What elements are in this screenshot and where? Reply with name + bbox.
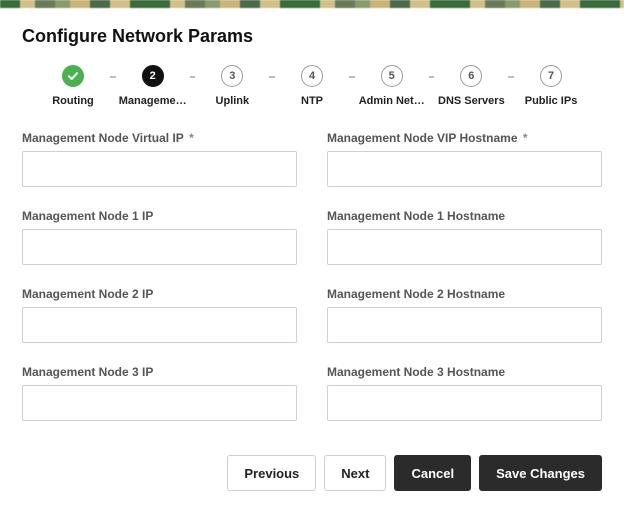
step-number: 4	[301, 65, 323, 87]
required-marker: *	[186, 131, 194, 145]
cancel-button[interactable]: Cancel	[394, 455, 471, 491]
field-label: Management Node 2 Hostname	[327, 287, 602, 301]
step-label: Routing	[52, 95, 94, 107]
field-label: Management Node 1 IP	[22, 209, 297, 223]
field-label: Management Node 3 Hostname	[327, 365, 602, 379]
field-n2_host: Management Node 2 Hostname	[327, 287, 602, 343]
field-label: Management Node 3 IP	[22, 365, 297, 379]
n3_host-input[interactable]	[327, 385, 602, 421]
field-vip_host: Management Node VIP Hostname *	[327, 131, 602, 187]
step-label: Manageme…	[119, 95, 187, 107]
step-2[interactable]: 2 Manageme…	[116, 65, 190, 107]
wizard-stepper: Routing 2 Manageme… 3 Uplink 4 NTP 5 Admin Net… 6…	[36, 65, 588, 107]
step-number: 7	[540, 65, 562, 87]
step-number: 3	[221, 65, 243, 87]
step-label: NTP	[301, 95, 323, 107]
step-number: 6	[460, 65, 482, 87]
decorative-top-strip	[0, 0, 624, 8]
step-label: DNS Servers	[438, 95, 505, 107]
form-grid: Management Node Virtual IP * Management N…	[22, 131, 602, 421]
step-label: Public IPs	[525, 95, 578, 107]
n3_ip-input[interactable]	[22, 385, 297, 421]
step-6[interactable]: 6 DNS Servers	[434, 65, 508, 107]
page-title: Configure Network Params	[22, 26, 602, 47]
page-container: Configure Network Params Routing 2 Managem…	[0, 8, 624, 421]
n1_ip-input[interactable]	[22, 229, 297, 265]
step-1[interactable]: Routing	[36, 65, 110, 107]
field-n3_ip: Management Node 3 IP	[22, 365, 297, 421]
step-5[interactable]: 5 Admin Net…	[355, 65, 429, 107]
step-7[interactable]: 7 Public IPs	[514, 65, 588, 107]
step-label: Uplink	[216, 95, 250, 107]
previous-button[interactable]: Previous	[227, 455, 316, 491]
footer-actions: Previous Next Cancel Save Changes	[0, 449, 624, 505]
field-n3_host: Management Node 3 Hostname	[327, 365, 602, 421]
check-icon	[62, 65, 84, 87]
vip_ip-input[interactable]	[22, 151, 297, 187]
field-n1_host: Management Node 1 Hostname	[327, 209, 602, 265]
field-label: Management Node 2 IP	[22, 287, 297, 301]
vip_host-input[interactable]	[327, 151, 602, 187]
field-n1_ip: Management Node 1 IP	[22, 209, 297, 265]
next-button[interactable]: Next	[324, 455, 386, 491]
n1_host-input[interactable]	[327, 229, 602, 265]
n2_ip-input[interactable]	[22, 307, 297, 343]
required-marker: *	[520, 131, 528, 145]
step-number: 5	[381, 65, 403, 87]
step-label: Admin Net…	[359, 95, 425, 107]
field-n2_ip: Management Node 2 IP	[22, 287, 297, 343]
field-label: Management Node Virtual IP *	[22, 131, 297, 145]
field-label: Management Node 1 Hostname	[327, 209, 602, 223]
save-changes-button[interactable]: Save Changes	[479, 455, 602, 491]
field-vip_ip: Management Node Virtual IP *	[22, 131, 297, 187]
step-number: 2	[142, 65, 164, 87]
n2_host-input[interactable]	[327, 307, 602, 343]
field-label: Management Node VIP Hostname *	[327, 131, 602, 145]
step-4[interactable]: 4 NTP	[275, 65, 349, 107]
step-3[interactable]: 3 Uplink	[195, 65, 269, 107]
